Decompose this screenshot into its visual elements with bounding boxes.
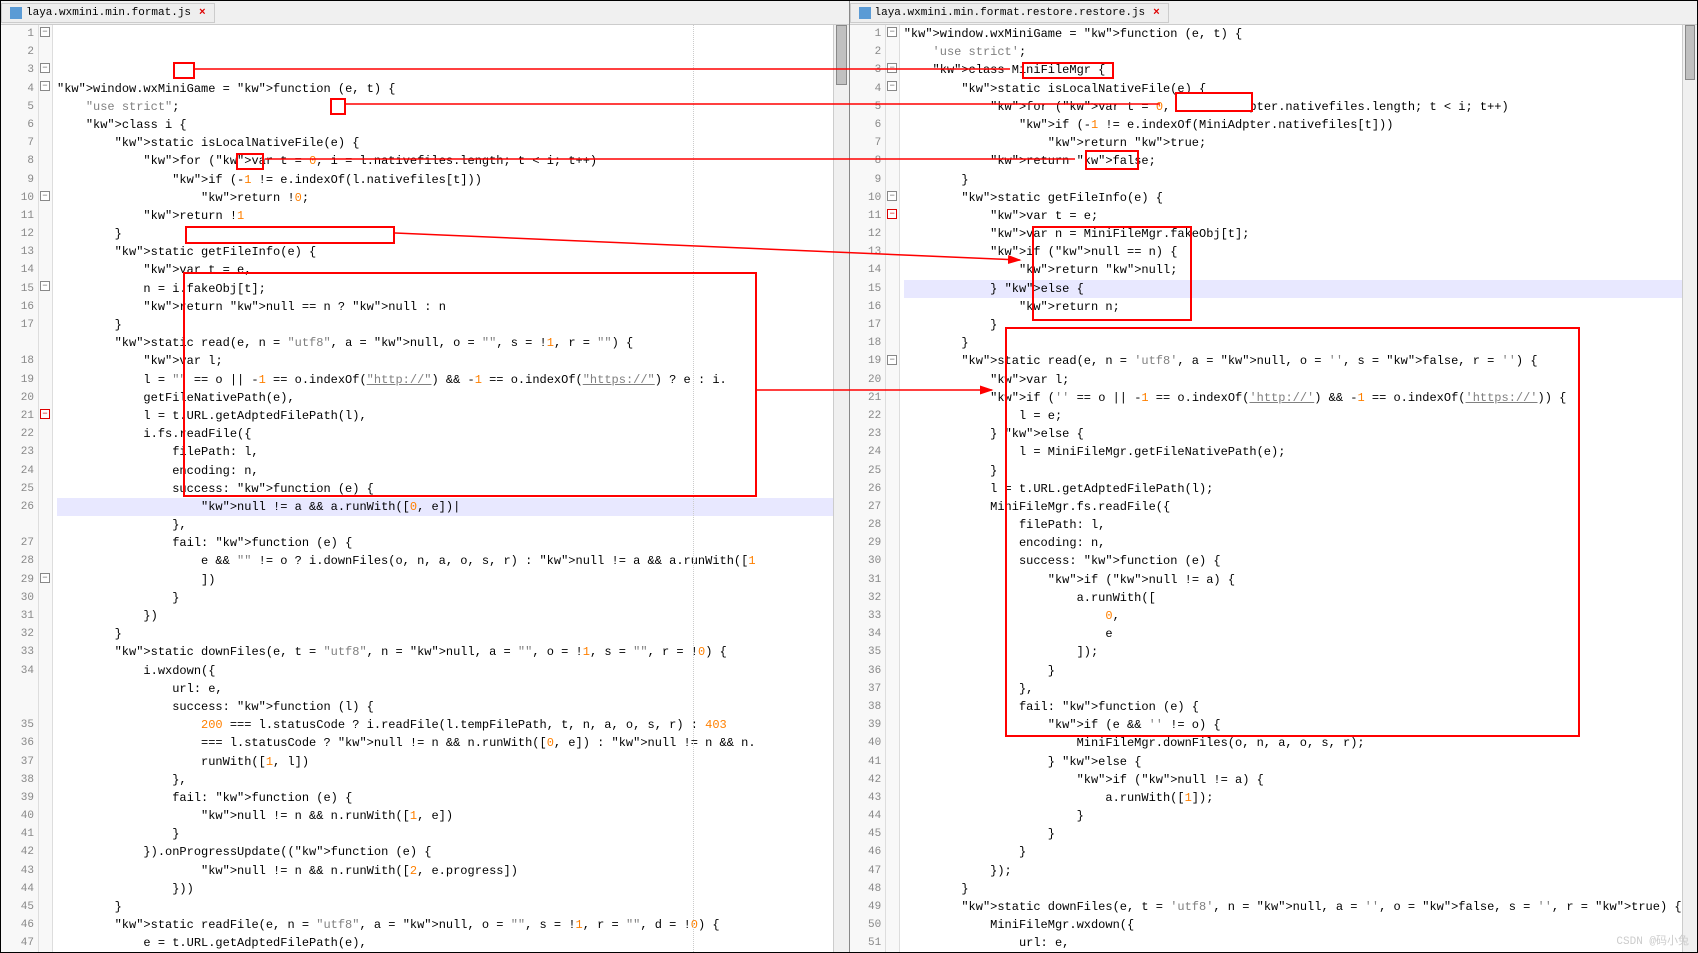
- tab-left[interactable]: laya.wxmini.min.format.js ×: [1, 3, 215, 23]
- tab-label: laya.wxmini.min.format.js: [26, 7, 191, 19]
- line-numbers-left: 1234567891011121314151617181920212223242…: [1, 25, 39, 952]
- file-icon: [10, 7, 22, 19]
- close-icon[interactable]: ×: [199, 7, 206, 19]
- scroll-thumb[interactable]: [1685, 25, 1695, 80]
- tab-bar-left: laya.wxmini.min.format.js ×: [1, 1, 849, 25]
- tab-label: laya.wxmini.min.format.restore.restore.j…: [875, 7, 1146, 19]
- code-area-right[interactable]: "kw">window.wxMiniGame = "kw">function (…: [900, 25, 1682, 952]
- fold-column-right[interactable]: − − − − − −: [886, 25, 900, 952]
- line-numbers-right: 1234567891011121314151617181920212223242…: [850, 25, 887, 952]
- left-editor-pane: laya.wxmini.min.format.js × 123456789101…: [1, 1, 850, 952]
- watermark: CSDN @码小兔: [1616, 932, 1689, 948]
- right-editor[interactable]: 1234567891011121314151617181920212223242…: [850, 25, 1698, 952]
- right-editor-pane: laya.wxmini.min.format.restore.restore.j…: [850, 1, 1698, 952]
- left-editor[interactable]: 1234567891011121314151617181920212223242…: [1, 25, 849, 952]
- code-area-left[interactable]: "kw">window.wxMiniGame = "kw">function (…: [53, 25, 833, 952]
- fold-column-left[interactable]: − − − − − − −: [39, 25, 53, 952]
- file-icon: [859, 7, 871, 19]
- vscrollbar-left[interactable]: [833, 25, 849, 952]
- scroll-thumb[interactable]: [836, 25, 847, 85]
- tab-right[interactable]: laya.wxmini.min.format.restore.restore.j…: [850, 3, 1169, 23]
- tab-bar-right: laya.wxmini.min.format.restore.restore.j…: [850, 1, 1698, 25]
- vscrollbar-right[interactable]: [1682, 25, 1697, 952]
- close-icon[interactable]: ×: [1153, 7, 1160, 19]
